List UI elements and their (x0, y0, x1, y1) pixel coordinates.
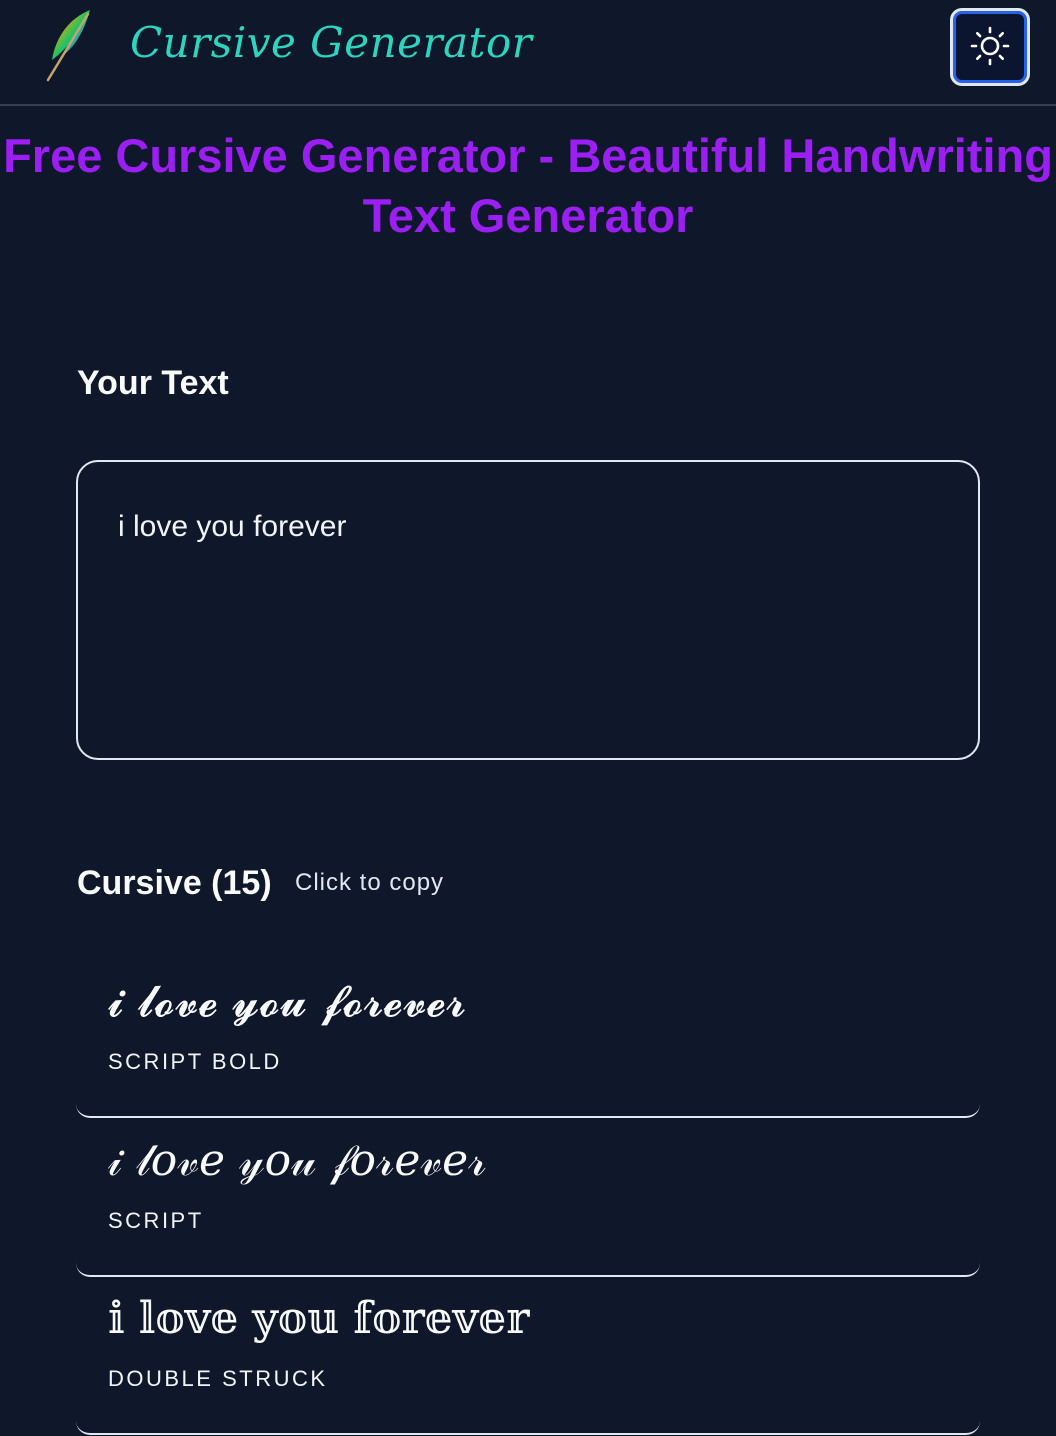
site-logo-text[interactable]: Cursive Generator (130, 18, 532, 67)
result-text: 𝓲 𝓵𝓸𝓿𝓮 𝔂𝓸𝓾 𝓯𝓸𝓻𝓮𝓿𝓮𝓻 (108, 976, 467, 1027)
result-style-label: SCRIPT BOLD (108, 1049, 282, 1074)
results-heading: Cursive (15) (77, 864, 272, 902)
sun-icon (968, 24, 1012, 71)
result-card-script[interactable]: 𝒾 𝓁𝑜𝓋𝑒 𝓎𝑜𝓊 𝒻𝑜𝓇𝑒𝓋𝑒𝓇 SCRIPT (76, 1119, 980, 1277)
page-title: Free Cursive Generator - Beautiful Handw… (3, 129, 1053, 242)
click-to-copy-hint: Click to copy (295, 869, 445, 896)
result-text: 𝕚 𝕝𝕠𝕧𝕖 𝕪𝕠𝕦 𝕗𝕠𝕣𝕖𝕧𝕖𝕣 (108, 1293, 530, 1344)
text-input[interactable] (76, 460, 980, 760)
result-card-double-struck[interactable]: 𝕚 𝕝𝕠𝕧𝕖 𝕪𝕠𝕦 𝕗𝕠𝕣𝕖𝕧𝕖𝕣 DOUBLE STRUCK (76, 1277, 980, 1435)
result-style-label: SCRIPT (108, 1208, 204, 1233)
result-text: 𝒾 𝓁𝑜𝓋𝑒 𝓎𝑜𝓊 𝒻𝑜𝓇𝑒𝓋𝑒𝓇 (108, 1135, 487, 1186)
result-card-script-bold[interactable]: 𝓲 𝓵𝓸𝓿𝓮 𝔂𝓸𝓾 𝓯𝓸𝓻𝓮𝓿𝓮𝓻 SCRIPT BOLD (76, 960, 980, 1118)
feather-quill-icon[interactable] (40, 8, 96, 84)
result-style-label: DOUBLE STRUCK (108, 1366, 328, 1391)
site-header: Cursive Generator (0, 0, 1056, 106)
your-text-label: Your Text (77, 364, 229, 402)
theme-toggle-button[interactable] (950, 8, 1030, 86)
